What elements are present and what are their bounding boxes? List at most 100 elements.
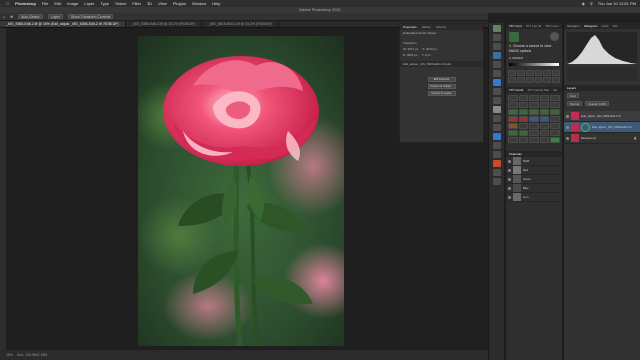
tab-doc-1[interactable]: _MG_5366-Edit-2.tif @ 16% (Edit_adjust _… xyxy=(0,21,126,27)
panel-icon-9[interactable] xyxy=(493,97,501,104)
mask-btn[interactable] xyxy=(525,77,534,83)
y-field[interactable]: 0 px xyxy=(425,53,431,57)
combo-btn[interactable] xyxy=(550,116,560,122)
panel-icon-17[interactable] xyxy=(493,169,501,176)
layer-name[interactable]: Background xyxy=(581,136,596,140)
tab-doc-3[interactable]: _MG_5516-Edit-2.tif @ 33.3% (RGB/16*) xyxy=(202,21,280,27)
combo-btn[interactable] xyxy=(529,102,539,108)
menu-clock[interactable]: Thu Jun 10 12:51 PM xyxy=(598,1,636,6)
combo-btn[interactable] xyxy=(529,95,539,101)
layer-row-background[interactable]: Background 🔒 xyxy=(564,133,640,144)
x-field[interactable]: 2072 px xyxy=(426,47,437,51)
panel-icon-5[interactable] xyxy=(493,61,501,68)
menu-select[interactable]: Select xyxy=(115,1,126,6)
combo-btn[interactable] xyxy=(529,109,539,115)
combo-btn[interactable] xyxy=(508,95,518,101)
tab-properties[interactable]: Properties xyxy=(403,24,417,30)
layer-name[interactable]: Edit_adjust _MG_5366-Edit-2.tif xyxy=(592,125,632,129)
panel-icon-6[interactable] xyxy=(493,70,501,77)
width-field[interactable]: 3071 px xyxy=(407,47,418,51)
combo-btn[interactable] xyxy=(539,95,550,101)
combo-btn[interactable] xyxy=(550,95,560,101)
combo-btn[interactable] xyxy=(550,130,560,136)
mask-btn[interactable] xyxy=(516,77,525,83)
mask-btn[interactable] xyxy=(552,70,560,76)
combo-btn[interactable] xyxy=(518,95,529,101)
menu-filter[interactable]: Filter xyxy=(132,1,141,6)
panel-icon-7[interactable] xyxy=(493,79,501,86)
tab-history[interactable]: History xyxy=(422,24,431,30)
panel-icon-3[interactable] xyxy=(493,43,501,50)
menu-file[interactable]: File xyxy=(42,1,48,6)
mask-btn[interactable] xyxy=(543,70,552,76)
channel-red[interactable]: Red xyxy=(506,166,562,175)
opacity-field[interactable]: Opacity: 100% xyxy=(585,101,610,106)
apple-icon[interactable]:  xyxy=(6,1,9,6)
panel-icon-14[interactable] xyxy=(493,142,501,149)
tab-tk7-comb[interactable]: TK7 Comb xyxy=(509,87,523,93)
menu-app-name[interactable]: Photoshop xyxy=(15,1,36,6)
layer-row-1[interactable]: Edit_adjust _MG_5366-Edit-2.tif xyxy=(564,111,640,122)
tab-doc-2[interactable]: _MG_5366-Edit-2.tif @ 33.3% (RGB/16*) xyxy=(126,21,203,27)
combo-btn[interactable] xyxy=(518,102,529,108)
search-icon[interactable]: ⚲ xyxy=(590,1,593,6)
tab-info[interactable]: Info xyxy=(613,23,618,29)
channel-blue[interactable]: Blue xyxy=(506,184,562,193)
combo-btn[interactable] xyxy=(518,123,529,129)
combo-btn[interactable] xyxy=(508,123,518,129)
info-icon[interactable] xyxy=(550,32,559,41)
rose-photo[interactable] xyxy=(138,36,344,346)
edit-contents-button[interactable]: Edit Contents xyxy=(427,77,456,82)
combo-btn[interactable] xyxy=(550,109,560,115)
menu-image[interactable]: Image xyxy=(67,1,78,6)
panel-icon-4[interactable] xyxy=(493,52,501,59)
tab-tk7-cont[interactable]: TK7 Cont xyxy=(509,23,522,29)
eye-icon[interactable] xyxy=(508,159,511,163)
wifi-icon[interactable]: ◈ xyxy=(582,1,585,6)
eye-icon[interactable] xyxy=(508,168,511,172)
channel-lum[interactable]: Lum xyxy=(506,193,562,202)
combo-btn[interactable] xyxy=(529,123,539,129)
mask-btn[interactable] xyxy=(552,77,560,83)
menu-window[interactable]: Window xyxy=(192,1,206,6)
menu-3d[interactable]: 3D xyxy=(147,1,152,6)
combo-btn[interactable] xyxy=(508,102,518,108)
menu-type[interactable]: Type xyxy=(100,1,109,6)
layer-name[interactable]: Edit_adjust _MG_5366-Edit-2.tif xyxy=(581,114,621,118)
panel-icon-16[interactable] xyxy=(493,160,501,167)
combo-btn[interactable] xyxy=(518,116,529,122)
tab-tk7-lum-m[interactable]: TK7 Lum M xyxy=(526,23,542,29)
panel-icon-8[interactable] xyxy=(493,88,501,95)
eye-icon[interactable] xyxy=(566,114,569,118)
combo-btn[interactable] xyxy=(550,123,560,129)
convert-to-linked-button[interactable]: Convert to Linked... xyxy=(427,84,456,89)
tab-navigator[interactable]: Navigator xyxy=(567,23,580,29)
combo-btn[interactable] xyxy=(529,137,539,143)
combo-btn[interactable] xyxy=(518,137,529,143)
zoom-level[interactable]: 16% xyxy=(6,353,13,357)
combo-btn[interactable] xyxy=(518,130,529,136)
mask-btn[interactable] xyxy=(508,77,516,83)
eye-icon[interactable] xyxy=(508,186,511,190)
mask-btn[interactable] xyxy=(534,77,543,83)
combo-btn[interactable] xyxy=(550,137,560,143)
panel-icon-11[interactable] xyxy=(493,115,501,122)
combo-btn[interactable] xyxy=(539,130,550,136)
tab-actions[interactable]: Actions xyxy=(436,24,446,30)
eye-icon[interactable] xyxy=(566,136,569,140)
panel-icon-12[interactable] xyxy=(493,124,501,131)
menu-edit[interactable]: Edit xyxy=(54,1,61,6)
combo-btn[interactable] xyxy=(529,116,539,122)
layer-row-2[interactable]: Edit_adjust _MG_5366-Edit-2.tif xyxy=(564,122,640,133)
layers-title[interactable]: Layers xyxy=(567,85,576,91)
blend-mode-select[interactable]: Normal xyxy=(567,101,583,106)
combo-btn[interactable] xyxy=(539,109,550,115)
combo-btn[interactable] xyxy=(539,116,550,122)
combo-btn[interactable] xyxy=(518,109,529,115)
panel-icon-15[interactable] xyxy=(493,151,501,158)
menu-help[interactable]: Help xyxy=(212,1,220,6)
mask-btn[interactable] xyxy=(543,77,552,83)
show-transform-checkbox[interactable]: Show Transform Controls xyxy=(67,14,114,19)
convert-to-layers-button[interactable]: Convert to Layers xyxy=(427,91,456,96)
panel-icon-10[interactable] xyxy=(493,106,501,113)
